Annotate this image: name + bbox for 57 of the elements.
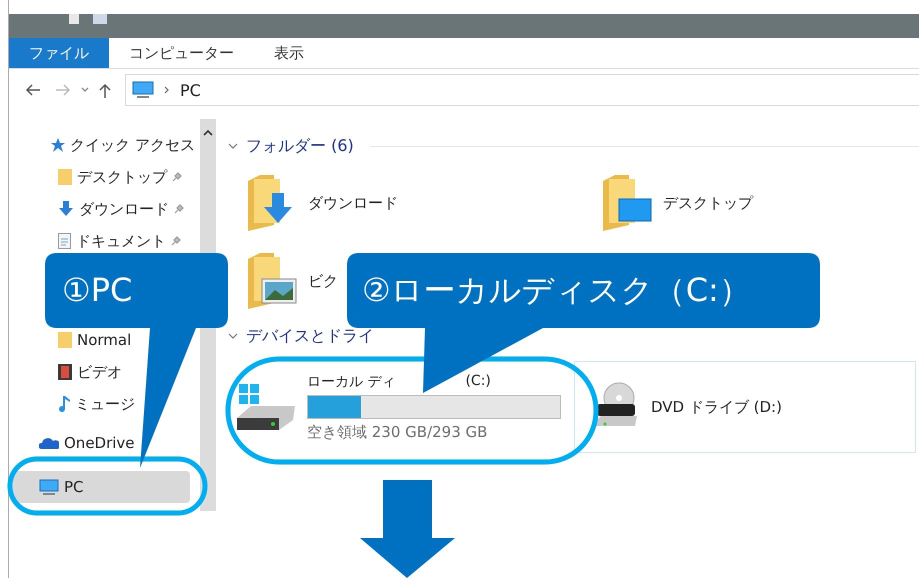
- hard-drive-icon: [235, 382, 297, 432]
- drive-letter: (C:): [465, 372, 491, 390]
- nav-label: ビデオ: [77, 362, 122, 382]
- chevron-down-icon[interactable]: [228, 332, 238, 340]
- nav-label: ダウンロード: [79, 200, 169, 218]
- folder-icon: [601, 175, 653, 231]
- nav-label: OneDrive: [64, 434, 135, 452]
- monitor-icon: [39, 478, 59, 496]
- folder-icon: [58, 332, 72, 348]
- chevron-up-icon[interactable]: [203, 129, 213, 136]
- chevron-down-icon[interactable]: [228, 142, 238, 150]
- up-arrow-icon[interactable]: [99, 82, 111, 98]
- address-bar[interactable]: PC: [125, 74, 919, 106]
- folder-item[interactable]: ビク: [246, 253, 338, 309]
- free-space: 空き領域 230 GB/293 GB: [307, 422, 488, 442]
- nav-item[interactable]: ビデオ: [13, 362, 200, 382]
- nav-label: PC: [64, 478, 84, 496]
- drive-tile[interactable]: ローカル ディ (C:) 空き領域 230 GB/293 GB: [228, 361, 568, 453]
- cloud-icon: [39, 437, 59, 449]
- back-arrow-icon[interactable]: [25, 84, 41, 96]
- drive-name: DVD ドライブ (D:): [651, 398, 782, 416]
- drive-tile[interactable]: DVD ドライブ (D:): [574, 361, 916, 453]
- folder-label: ダウンロード: [308, 194, 398, 212]
- nav-item[interactable]: Normal: [13, 330, 200, 350]
- star-icon: [51, 138, 65, 152]
- drive-name: ローカル ディ: [307, 372, 396, 390]
- nav-item[interactable]: クイック アクセス: [13, 135, 200, 155]
- callout-label: ②ローカルディスク（C:）: [362, 270, 751, 310]
- film-icon: [58, 364, 72, 380]
- nav-item[interactable]: デスクトップ: [13, 167, 200, 187]
- address-path: PC: [180, 80, 201, 100]
- nav-item[interactable]: OneDrive: [13, 433, 200, 453]
- nav-label: クイック アクセス: [70, 136, 195, 154]
- folder-label: デスクトップ: [663, 194, 753, 212]
- section-heading: デバイスとドライ: [246, 326, 374, 346]
- document-icon: [58, 233, 71, 249]
- music-note-icon: [58, 396, 70, 412]
- nav-label: ミュージ: [75, 394, 135, 414]
- folder-icon: [58, 169, 72, 185]
- folder-item[interactable]: ダウンロード: [246, 175, 398, 231]
- nav-item[interactable]: PC: [13, 471, 190, 503]
- nav-label: デスクトップ: [77, 168, 167, 186]
- folder-icon: [246, 253, 298, 309]
- folder-item[interactable]: デスクトップ: [601, 175, 753, 231]
- nav-item[interactable]: ダウンロード: [13, 199, 200, 219]
- download-icon: [58, 201, 74, 217]
- section-heading: フォルダー (6): [246, 136, 354, 156]
- monitor-icon: [132, 81, 154, 99]
- chevron-down-icon[interactable]: [81, 87, 89, 93]
- nav-item[interactable]: ミュージ: [13, 394, 200, 414]
- chevron-right-icon: [164, 86, 170, 94]
- nav-item[interactable]: ドキュメント: [13, 231, 200, 251]
- callout-label: ①PC: [62, 270, 132, 310]
- folder-label: ビク: [308, 272, 338, 290]
- nav-label: ドキュメント: [76, 232, 166, 250]
- nav-label: Normal: [77, 331, 132, 349]
- ribbon-tab[interactable]: ファイル: [9, 38, 109, 68]
